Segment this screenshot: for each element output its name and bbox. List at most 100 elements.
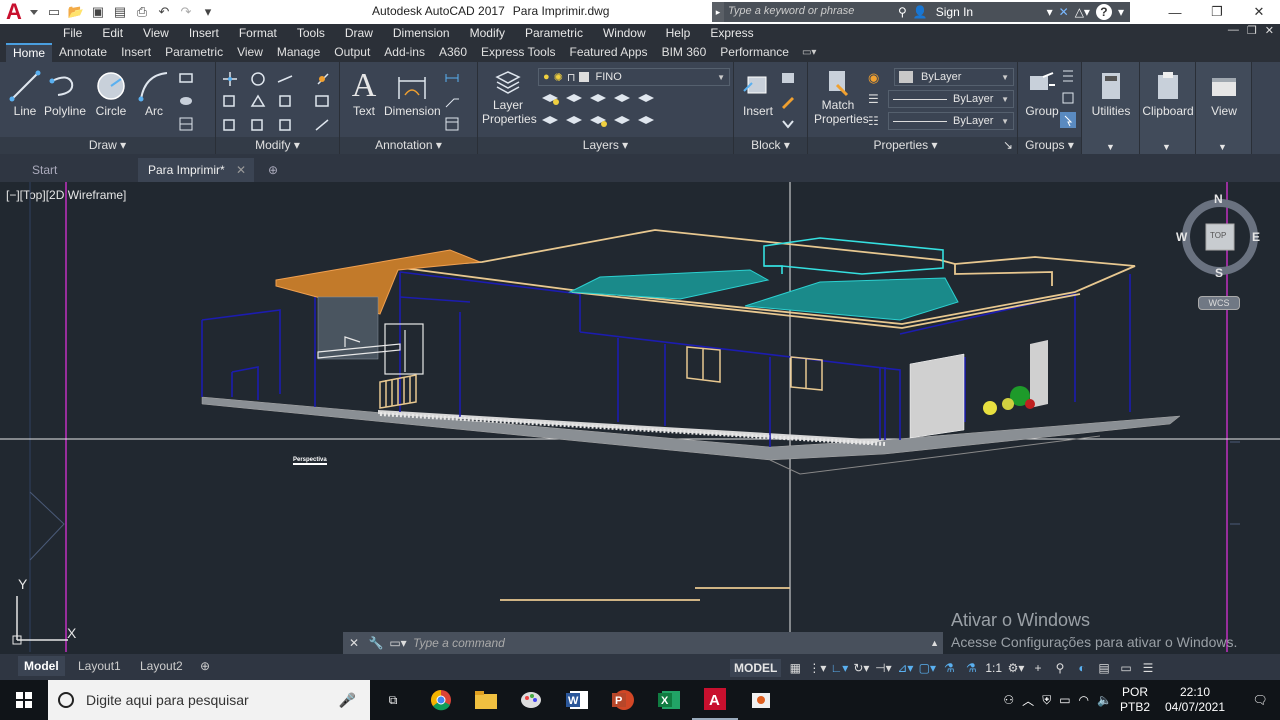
group-button[interactable]: Group <box>1018 68 1066 118</box>
save-as-icon[interactable]: ▤ <box>110 3 130 21</box>
polar-icon[interactable]: ↻▾ <box>853 660 869 676</box>
viewcube-north[interactable]: N <box>1214 192 1223 206</box>
panel-launcher-icon[interactable]: ↘ <box>1003 137 1013 154</box>
viewcube[interactable]: N S E W TOP WCS <box>1176 192 1266 314</box>
people-icon[interactable]: ⚇ <box>1003 693 1014 707</box>
table-icon[interactable] <box>178 116 194 132</box>
excel-icon[interactable]: X <box>646 680 692 720</box>
menu-edit[interactable]: Edit <box>92 26 133 40</box>
tab-start[interactable]: Start <box>22 158 134 182</box>
show-hidden-icons[interactable]: ︿ <box>1022 692 1034 709</box>
color-dropdown[interactable]: ByLayer ▼ <box>894 68 1014 86</box>
create-block-icon[interactable] <box>780 70 796 86</box>
tab-express-tools[interactable]: Express Tools <box>474 43 562 62</box>
text-button[interactable]: A Text <box>340 68 388 119</box>
menu-modify[interactable]: Modify <box>460 26 515 40</box>
menu-draw[interactable]: Draw <box>335 26 383 40</box>
menu-window[interactable]: Window <box>593 26 656 40</box>
annotation-scale-value[interactable]: 1:1 <box>985 661 1002 675</box>
redo-icon[interactable]: ↷ <box>176 3 196 21</box>
object-snap-icon[interactable]: ⊿▾ <box>897 660 913 676</box>
application-menu-button[interactable]: A <box>0 0 40 24</box>
open-file-icon[interactable]: 📂 <box>66 3 86 21</box>
tab-view[interactable]: View <box>230 43 270 62</box>
customize-qat-icon[interactable]: ▾ <box>198 3 218 21</box>
modify-panel-title[interactable]: Modify ▾ <box>216 137 339 154</box>
notifications-icon[interactable]: 🗨 <box>1240 693 1280 707</box>
autocad-taskbar-icon[interactable]: A <box>692 680 738 720</box>
tab-output[interactable]: Output <box>327 43 377 62</box>
powerpoint-icon[interactable]: P <box>600 680 646 720</box>
annotation-panel-title[interactable]: Annotation ▾ <box>340 137 477 154</box>
ungroup-icon[interactable] <box>1060 68 1076 84</box>
menu-dimension[interactable]: Dimension <box>383 26 460 40</box>
help-search-input[interactable]: Type a keyword or phrase <box>724 2 892 22</box>
new-tab-button[interactable]: ⊕ <box>258 158 288 182</box>
properties-panel-title[interactable]: Properties ▾ ↘ <box>808 137 1017 154</box>
groups-panel-title[interactable]: Groups ▾ <box>1018 137 1081 154</box>
clock[interactable]: 22:10 04/07/2021 <box>1158 685 1232 715</box>
insert-block-button[interactable]: Insert <box>734 68 782 118</box>
rectangle-icon[interactable] <box>178 70 194 86</box>
ucs-toggle-icon[interactable]: ▢▾ <box>919 660 936 676</box>
tab-layout2[interactable]: Layout2 <box>134 656 189 676</box>
snap-icon[interactable]: ⋮▾ <box>808 660 826 676</box>
clean-screen-icon[interactable]: ▭ <box>1118 660 1134 676</box>
hardware-acceleration-icon[interactable]: ▤ <box>1096 660 1112 676</box>
menu-file[interactable]: File <box>53 26 92 40</box>
layer-dropdown[interactable]: ● ✺ ⊓ FINO ▼ <box>538 68 730 86</box>
menu-express[interactable]: Express <box>700 26 763 40</box>
block-attribute-icon[interactable] <box>780 116 796 132</box>
task-view-icon[interactable]: ⧉ <box>370 680 416 720</box>
search-expand-icon[interactable]: ▸ <box>712 2 724 22</box>
view-panel[interactable]: View ▼ <box>1196 62 1252 154</box>
viewcube-west[interactable]: W <box>1176 230 1187 244</box>
exchange-apps-icon[interactable]: ✕ <box>1059 5 1069 19</box>
menu-format[interactable]: Format <box>229 26 287 40</box>
command-scroll-icon[interactable]: ▲ <box>930 638 939 648</box>
menu-insert[interactable]: Insert <box>179 26 229 40</box>
print-icon[interactable]: ⎙ <box>132 3 152 21</box>
viewcube-south[interactable]: S <box>1215 266 1223 280</box>
tab-layout1[interactable]: Layout1 <box>72 656 127 676</box>
block-panel-title[interactable]: Block ▾ <box>734 137 807 154</box>
tab-home[interactable]: Home <box>6 43 53 62</box>
polyline-button[interactable]: Polyline <box>41 68 89 118</box>
annotation-monitor-icon[interactable]: + <box>1030 660 1046 676</box>
grid-icon[interactable]: ▦ <box>787 660 803 676</box>
leader-icon[interactable] <box>444 93 460 109</box>
doc-minimize-icon[interactable]: — <box>1228 24 1239 37</box>
tab-model[interactable]: Model <box>18 656 65 676</box>
annotation-scale-icon[interactable]: ⚗ <box>963 660 979 676</box>
word-icon[interactable]: W <box>554 680 600 720</box>
signin-dropdown-icon[interactable]: ▾ <box>1047 5 1053 19</box>
tab-insert[interactable]: Insert <box>114 43 158 62</box>
clipboard-panel[interactable]: Clipboard ▼ <box>1140 62 1196 154</box>
doc-close-icon[interactable]: ✕ <box>1265 24 1274 37</box>
clipboard-button[interactable]: Clipboard <box>1142 68 1194 118</box>
recent-commands-icon[interactable]: ▭▾ <box>387 636 409 650</box>
wifi-icon[interactable]: ◠ <box>1079 693 1089 707</box>
linetype-dropdown[interactable]: ByLayer ▼ <box>888 112 1014 130</box>
close-tab-icon[interactable]: ✕ <box>236 158 246 182</box>
ortho-icon[interactable]: ∟▾ <box>830 660 848 676</box>
taskbar-search[interactable]: Digite aqui para pesquisar 🎤 <box>48 680 370 720</box>
customize-status-icon[interactable]: ☰ <box>1140 660 1156 676</box>
linear-dim-icon[interactable] <box>444 70 460 86</box>
workspace-gear-icon[interactable]: ⚙▾ <box>1008 660 1025 676</box>
menu-parametric[interactable]: Parametric <box>515 26 593 40</box>
paint-icon[interactable] <box>508 680 554 720</box>
model-space-toggle[interactable]: MODEL <box>730 659 782 677</box>
tab-featured-apps[interactable]: Featured Apps <box>563 43 655 62</box>
tab-parametric[interactable]: Parametric <box>158 43 230 62</box>
ribbon-options-icon[interactable]: ▭▾ <box>796 43 822 62</box>
customize-command-icon[interactable]: 🔧 <box>365 636 387 650</box>
stay-connected-icon[interactable]: △▾ <box>1075 5 1090 19</box>
match-properties-button[interactable]: Match Properties <box>814 68 869 126</box>
minimize-icon[interactable]: — <box>1154 0 1196 24</box>
hatch-icon[interactable] <box>178 93 194 109</box>
help-dropdown-icon[interactable]: ▾ <box>1118 5 1124 19</box>
circle-button[interactable]: Circle <box>87 68 135 118</box>
binoculars-icon[interactable]: ⚲ <box>898 5 907 19</box>
user-icon[interactable]: 👤 <box>913 5 928 19</box>
